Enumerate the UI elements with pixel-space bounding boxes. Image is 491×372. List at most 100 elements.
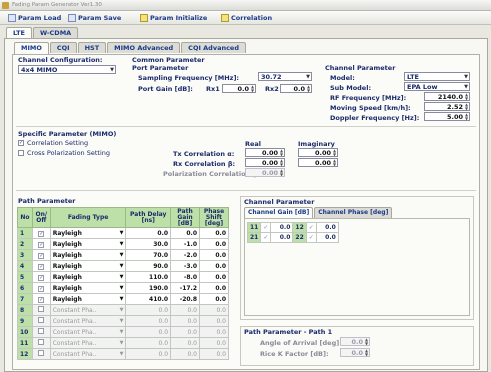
path-delay-cell[interactable]: 0.0 (125, 348, 172, 360)
tab-cqi-advanced[interactable]: CQI Advanced (181, 42, 246, 53)
tab-mimo-advanced[interactable]: MIMO Advanced (107, 42, 181, 53)
fading-type-select[interactable]: Constant Pha.. ▼ (49, 315, 127, 327)
path-gain-cell[interactable]: -20.8 (170, 293, 200, 305)
cell-checkbox-12[interactable]: ✓ (305, 222, 317, 233)
path-delay-cell[interactable]: 190.0 (125, 282, 172, 294)
path-onoff-checkbox[interactable]: ✓ (31, 227, 51, 239)
spinner-icon[interactable]: ▲ ▼ (279, 159, 284, 167)
fading-type-select[interactable]: Constant Pha.. ▼ (49, 326, 127, 338)
fading-type-select[interactable]: Rayleigh ▼ (49, 227, 127, 239)
path-onoff-checkbox[interactable] (31, 337, 51, 349)
phase-shift-cell[interactable]: 0.0 (199, 304, 229, 316)
tab-mimo[interactable]: MIMO (14, 42, 49, 54)
rx-imag-input[interactable]: 0.00 ▲ ▼ (298, 158, 338, 167)
spinner-icon[interactable]: ▲ ▼ (332, 149, 337, 157)
phase-shift-cell[interactable]: 0.0 (199, 348, 229, 360)
path-onoff-checkbox[interactable]: ✓ (31, 293, 51, 305)
path-onoff-checkbox[interactable]: ✓ (31, 249, 51, 261)
submodel-select[interactable]: EPA Low ▼ (404, 82, 470, 91)
fading-type-select[interactable]: Rayleigh ▼ (49, 271, 127, 283)
spinner-icon[interactable]: ▲ ▼ (250, 85, 255, 93)
tab-cqi[interactable]: CQI (49, 42, 77, 53)
phase-shift-cell[interactable]: 0.0 (199, 249, 229, 261)
path-onoff-checkbox[interactable]: ✓ (31, 238, 51, 250)
path-delay-cell[interactable]: 30.0 (125, 238, 172, 250)
phase-shift-cell[interactable]: 0.0 (199, 227, 229, 239)
path-delay-cell[interactable]: 70.0 (125, 249, 172, 261)
path-onoff-checkbox[interactable] (31, 315, 51, 327)
cell-value-22[interactable]: 0.0 (315, 232, 339, 243)
fading-type-select[interactable]: Constant Pha.. ▼ (49, 348, 127, 360)
phase-shift-cell[interactable]: 0.0 (199, 271, 229, 283)
spinner-icon[interactable]: ▲ ▼ (464, 93, 469, 101)
phase-shift-cell[interactable]: 0.0 (199, 326, 229, 338)
phase-shift-cell[interactable]: 0.0 (199, 315, 229, 327)
path-delay-cell[interactable]: 0.0 (125, 337, 172, 349)
path-delay-cell[interactable]: 110.0 (125, 271, 172, 283)
rx1-gain-input[interactable]: 0.0 ▲ ▼ (222, 84, 256, 93)
path-gain-cell[interactable]: 0.0 (170, 304, 200, 316)
path-delay-cell[interactable]: 90.0 (125, 260, 172, 272)
fading-type-select[interactable]: Rayleigh ▼ (49, 249, 127, 261)
tab-wcdma[interactable]: W-CDMA (32, 27, 79, 38)
cell-value-11[interactable]: 0.0 (270, 222, 294, 233)
spinner-icon[interactable]: ▲ ▼ (332, 159, 337, 167)
path-onoff-checkbox[interactable]: ✓ (31, 271, 51, 283)
path-gain-cell[interactable]: 0.0 (170, 337, 200, 349)
path-gain-cell[interactable]: 0.0 (170, 326, 200, 338)
path-delay-cell[interactable]: 0.0 (125, 227, 172, 239)
spinner-icon[interactable]: ▲ ▼ (464, 113, 469, 121)
path-onoff-checkbox[interactable] (31, 348, 51, 360)
param-initialize-button[interactable]: Param Initialize (140, 13, 207, 23)
cell-checkbox-22[interactable]: ✓ (305, 232, 317, 243)
phase-shift-cell[interactable]: 0.0 (199, 260, 229, 272)
param-load-button[interactable]: Param Load (8, 13, 61, 23)
path-gain-cell[interactable]: -1.0 (170, 238, 200, 250)
sampling-freq-select[interactable]: 30.72 ▼ (258, 72, 312, 81)
path-gain-cell[interactable]: 0.0 (170, 227, 200, 239)
rx2-gain-input[interactable]: 0.0 ▲ ▼ (280, 84, 312, 93)
phase-shift-cell[interactable]: 0.0 (199, 337, 229, 349)
cell-value-21[interactable]: 0.0 (270, 232, 294, 243)
rx-real-input[interactable]: 0.00 ▲ ▼ (245, 158, 285, 167)
path-gain-cell[interactable]: -17.2 (170, 282, 200, 294)
tx-real-input[interactable]: 0.00 ▲ ▼ (245, 148, 285, 157)
path-onoff-checkbox[interactable]: ✓ (31, 260, 51, 272)
phase-shift-cell[interactable]: 0.0 (199, 238, 229, 250)
fading-type-select[interactable]: Constant Pha.. ▼ (49, 337, 127, 349)
path-gain-cell[interactable]: 0.0 (170, 348, 200, 360)
channel-config-select[interactable]: 4x4 MIMO ▼ (18, 65, 116, 74)
fading-type-select[interactable]: Rayleigh ▼ (49, 293, 127, 305)
path-onoff-checkbox[interactable]: ✓ (31, 282, 51, 294)
spinner-icon[interactable]: ▲ ▼ (306, 85, 311, 93)
cross-pol-checkbox[interactable] (18, 150, 24, 156)
path-delay-cell[interactable]: 410.0 (125, 293, 172, 305)
path-gain-cell[interactable]: -2.0 (170, 249, 200, 261)
cell-checkbox-11[interactable]: ✓ (260, 222, 272, 233)
moving-speed-input[interactable]: 2.52 ▲ ▼ (424, 102, 470, 111)
phase-shift-cell[interactable]: 0.0 (199, 293, 229, 305)
path-delay-cell[interactable]: 0.0 (125, 326, 172, 338)
correlation-setting-checkbox[interactable]: ✓ (18, 140, 24, 146)
path-gain-cell[interactable]: -8.0 (170, 271, 200, 283)
cell-value-12[interactable]: 0.0 (315, 222, 339, 233)
path-gain-cell[interactable]: 0.0 (170, 315, 200, 327)
tab-hst[interactable]: HST (77, 42, 107, 53)
fading-type-select[interactable]: Rayleigh ▼ (49, 260, 127, 272)
correlation-button[interactable]: Correlation (221, 13, 272, 23)
fading-type-select[interactable]: Constant Pha.. ▼ (49, 304, 127, 316)
path-gain-cell[interactable]: -3.0 (170, 260, 200, 272)
fading-type-select[interactable]: Rayleigh ▼ (49, 282, 127, 294)
spinner-icon[interactable]: ▲ ▼ (279, 149, 284, 157)
path-onoff-checkbox[interactable] (31, 326, 51, 338)
path-delay-cell[interactable]: 0.0 (125, 315, 172, 327)
rf-frequency-input[interactable]: 2140.0 ▲ ▼ (424, 92, 470, 101)
model-select[interactable]: LTE ▼ (404, 72, 470, 81)
doppler-input[interactable]: 5.00 ▲ ▼ (424, 112, 470, 121)
tab-channel-phase[interactable]: Channel Phase [deg] (314, 207, 393, 218)
cell-checkbox-21[interactable]: ✓ (260, 232, 272, 243)
param-save-button[interactable]: Param Save (68, 13, 121, 23)
spinner-icon[interactable]: ▲ ▼ (464, 103, 469, 111)
tx-imag-input[interactable]: 0.00 ▲ ▼ (298, 148, 338, 157)
path-onoff-checkbox[interactable] (31, 304, 51, 316)
